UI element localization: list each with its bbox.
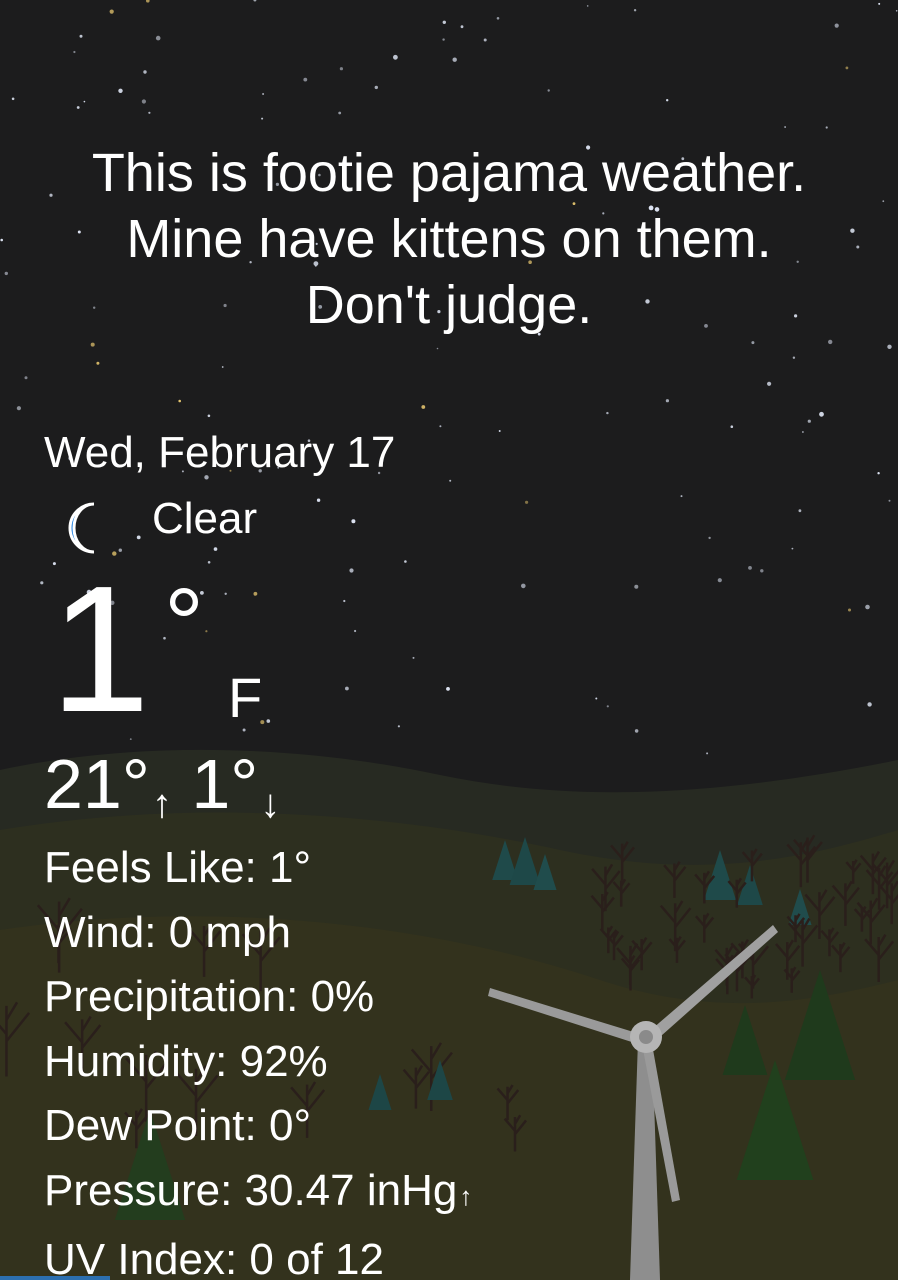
pressure-value: Pressure: 30.47 inHg (44, 1165, 458, 1215)
scroll-indicator (0, 1276, 110, 1280)
condition-label: Clear (152, 494, 258, 543)
feels-like: Feels Like: 1° (44, 843, 312, 892)
up-arrow-icon: ↑ (151, 782, 172, 826)
weather-quote: This is footie pajama weather. Mine have… (0, 140, 898, 338)
degree-symbol: ° (164, 568, 204, 680)
current-temperature: 1 (50, 549, 151, 750)
quote-line: Don't judge. (305, 275, 593, 335)
high-temperature: 21° (44, 745, 150, 823)
pressure: Pressure: 30.47 inHg↑ (44, 1159, 472, 1229)
high-low-temperature: 21°↑ 1°↓ (44, 744, 280, 826)
wind: Wind: 0 mph (44, 907, 291, 957)
quote-line: This is footie pajama weather. (91, 143, 807, 203)
dew-point: Dew Point: 0° (44, 1101, 312, 1150)
precipitation: Precipitation: 0% (44, 972, 375, 1021)
weather-screen: This is footie pajama weather. Mine have… (0, 0, 898, 1280)
humidity: Humidity: 92% (44, 1036, 328, 1086)
down-arrow-icon: ↓ (260, 782, 281, 826)
low-temperature: 1° (191, 745, 259, 823)
pressure-trend-icon: ↑ (459, 1180, 473, 1211)
uv-index: UV Index: 0 of 12 (44, 1235, 384, 1280)
temperature-unit: F (228, 666, 263, 729)
quote-line: Mine have kittens on them. (126, 209, 772, 269)
weather-details: Feels Like: 1° Wind: 0 mph Precipitation… (44, 836, 472, 1280)
date-label: Wed, February 17 (44, 428, 396, 477)
